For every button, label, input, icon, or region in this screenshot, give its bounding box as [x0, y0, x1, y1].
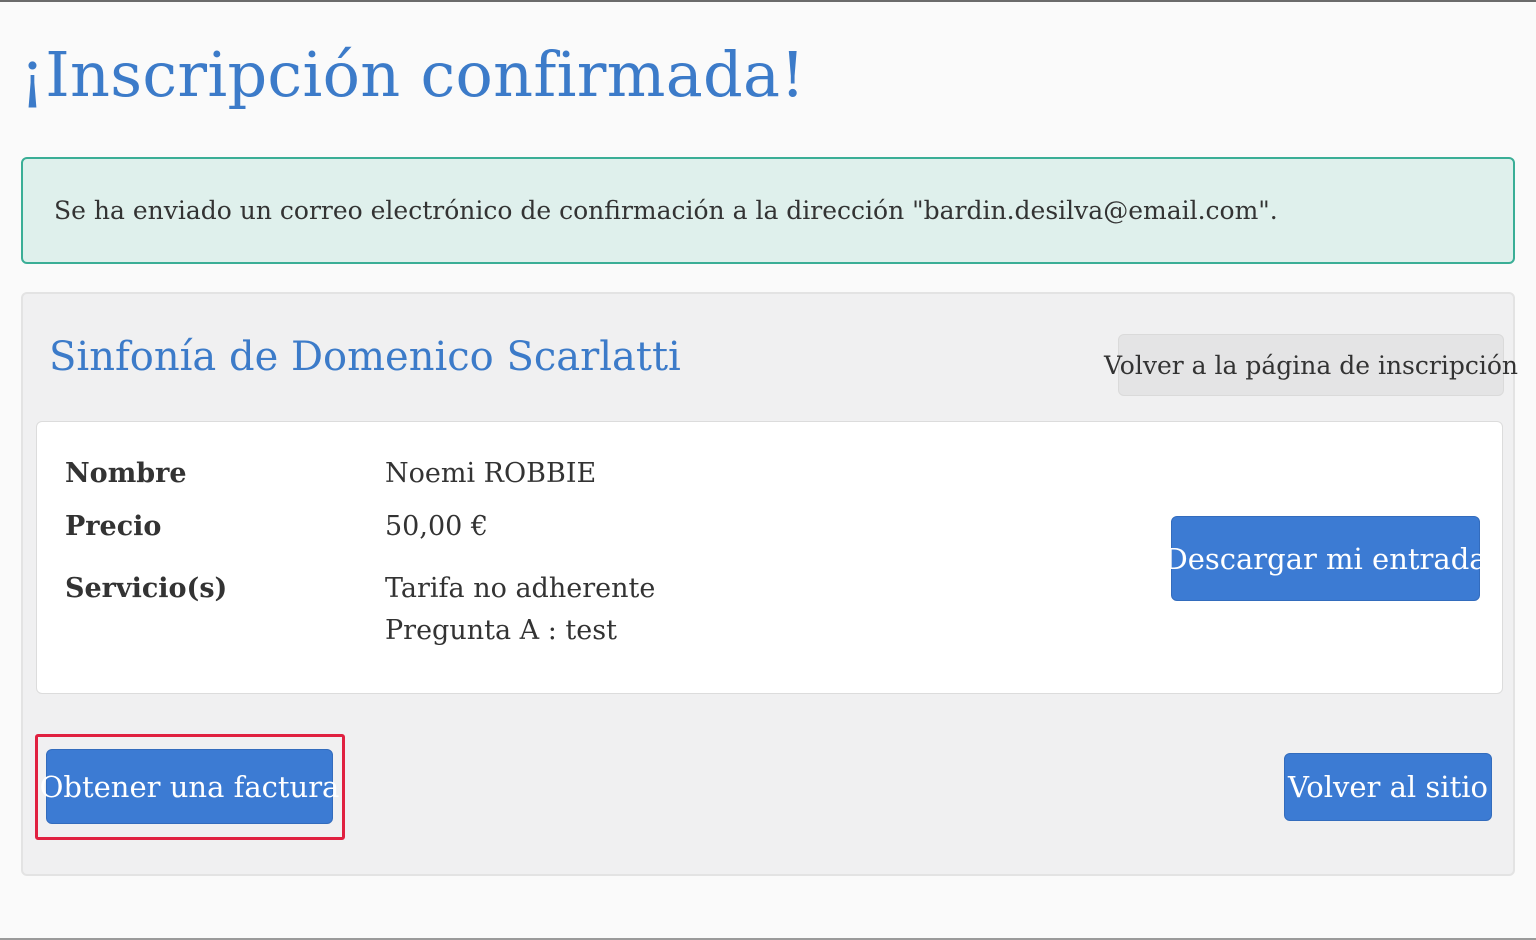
get-invoice-button[interactable]: Obtener una factura [40, 749, 339, 824]
confirmation-alert-message: Se ha enviado un correo electrónico de c… [54, 196, 1278, 225]
service-item: Pregunta A : test [385, 615, 617, 646]
confirmation-alert: Se ha enviado un correo electrónico de c… [21, 157, 1515, 264]
event-panel: Sinfonía de Domenico Scarlatti Volver a … [21, 292, 1518, 876]
price-value: 50,00 € [385, 511, 489, 542]
services-label: Servicio(s) [65, 573, 228, 604]
back-to-registration-button[interactable]: Volver a la página de inscripción [1104, 334, 1518, 396]
price-label: Precio [65, 511, 162, 542]
download-ticket-button[interactable]: Descargar mi entrada [1164, 516, 1487, 601]
service-item: Tarifa no adherente [385, 573, 656, 604]
event-title: Sinfonía de Domenico Scarlatti [49, 334, 681, 380]
registration-details-card: Nombre Noemi ROBBIE Precio 50,00 € Servi… [36, 421, 1503, 694]
page-title: ¡Inscripción confirmada! [20, 38, 806, 111]
back-to-site-button[interactable]: Volver al sitio [1284, 753, 1492, 821]
name-label: Nombre [65, 458, 187, 489]
name-value: Noemi ROBBIE [385, 458, 597, 489]
